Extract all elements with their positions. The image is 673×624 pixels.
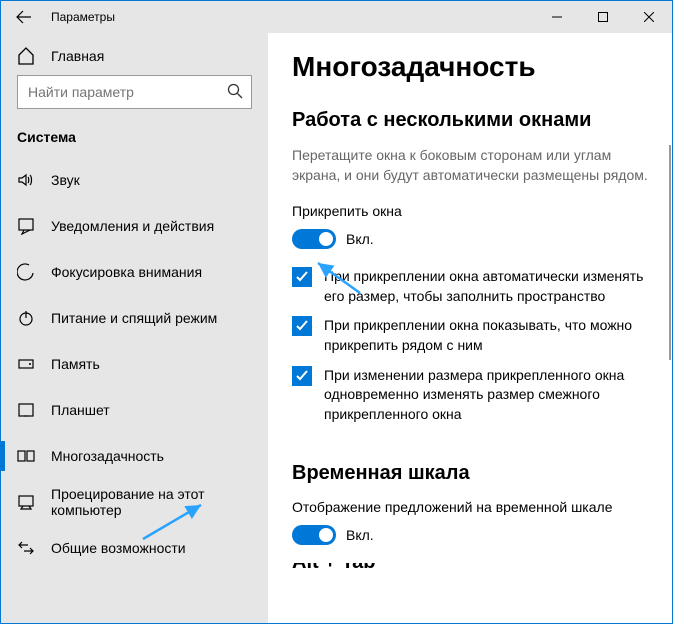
sidebar-item-storage[interactable]: Память [1, 341, 268, 387]
sidebar-item-label: Общие возможности [51, 540, 186, 556]
check-icon [295, 270, 309, 284]
sidebar-group-heading: Система [1, 123, 268, 157]
snap-checkbox-3[interactable] [292, 366, 312, 386]
home-icon [17, 47, 35, 65]
sidebar-item-label: Проецирование на этот компьютер [51, 486, 268, 518]
page-title: Многозадачность [292, 51, 656, 83]
shared-icon [17, 539, 35, 557]
close-button[interactable] [626, 1, 672, 33]
back-arrow-icon [16, 9, 32, 25]
storage-icon [17, 355, 35, 373]
main-content: Многозадачность Работа с несколькими окн… [268, 33, 672, 623]
sidebar-item-label: Питание и спящий режим [51, 310, 217, 326]
search-input[interactable] [26, 83, 227, 101]
sound-icon [17, 171, 35, 189]
sidebar: Главная Система Звук Уведомления и дейст… [1, 33, 268, 623]
timeline-toggle-state: Вкл. [346, 527, 374, 543]
sidebar-item-label: Звук [51, 172, 80, 188]
section-heading-alttab: Alt + Tab [292, 563, 656, 579]
sidebar-item-label: Уведомления и действия [51, 218, 214, 234]
snap-checkbox-1[interactable] [292, 267, 312, 287]
check-icon [295, 319, 309, 333]
minimize-button[interactable] [534, 1, 580, 33]
titlebar: Параметры [1, 1, 672, 33]
sidebar-item-notifications[interactable]: Уведомления и действия [1, 203, 268, 249]
sidebar-item-label: Память [51, 356, 100, 372]
notifications-icon [17, 217, 35, 235]
close-icon [644, 12, 654, 22]
tablet-icon [17, 401, 35, 419]
snap-hint: Перетащите окна к боковым сторонам или у… [292, 146, 656, 185]
check-icon [295, 369, 309, 383]
timeline-toggle[interactable] [292, 525, 336, 545]
sidebar-item-focus[interactable]: Фокусировка внимания [1, 249, 268, 295]
snap-toggle[interactable] [292, 229, 336, 249]
snap-toggle-state: Вкл. [346, 231, 374, 247]
search-box[interactable] [17, 75, 252, 109]
snap-toggle-label: Прикрепить окна [292, 203, 656, 219]
sidebar-item-projecting[interactable]: Проецирование на этот компьютер [1, 479, 268, 525]
sidebar-item-sound[interactable]: Звук [1, 157, 268, 203]
sidebar-item-label: Фокусировка внимания [51, 264, 202, 280]
sidebar-item-multitasking[interactable]: Многозадачность [1, 433, 268, 479]
power-icon [17, 309, 35, 327]
maximize-icon [598, 12, 608, 22]
sidebar-home-label: Главная [51, 48, 104, 64]
projecting-icon [17, 493, 35, 511]
sidebar-item-shared[interactable]: Общие возможности [1, 525, 268, 571]
snap-checkbox-2[interactable] [292, 316, 312, 336]
sidebar-item-tablet[interactable]: Планшет [1, 387, 268, 433]
search-icon [227, 83, 243, 102]
sidebar-item-label: Планшет [51, 402, 110, 418]
timeline-toggle-label: Отображение предложений на временной шка… [292, 499, 656, 515]
multitasking-icon [17, 447, 35, 465]
section-heading-timeline: Временная шкала [292, 462, 656, 485]
window-title: Параметры [47, 10, 534, 24]
focus-icon [17, 263, 35, 281]
minimize-icon [552, 12, 562, 22]
snap-checkbox-1-label: При прикреплении окна автоматически изме… [324, 267, 656, 306]
maximize-button[interactable] [580, 1, 626, 33]
section-heading-snap: Работа с несколькими окнами [292, 109, 656, 132]
back-button[interactable] [1, 1, 47, 33]
sidebar-home[interactable]: Главная [1, 33, 268, 75]
snap-checkbox-3-label: При изменении размера прикрепленного окн… [324, 366, 656, 425]
sidebar-item-label: Многозадачность [51, 448, 164, 464]
snap-checkbox-2-label: При прикреплении окна показывать, что мо… [324, 316, 656, 355]
sidebar-item-power[interactable]: Питание и спящий режим [1, 295, 268, 341]
